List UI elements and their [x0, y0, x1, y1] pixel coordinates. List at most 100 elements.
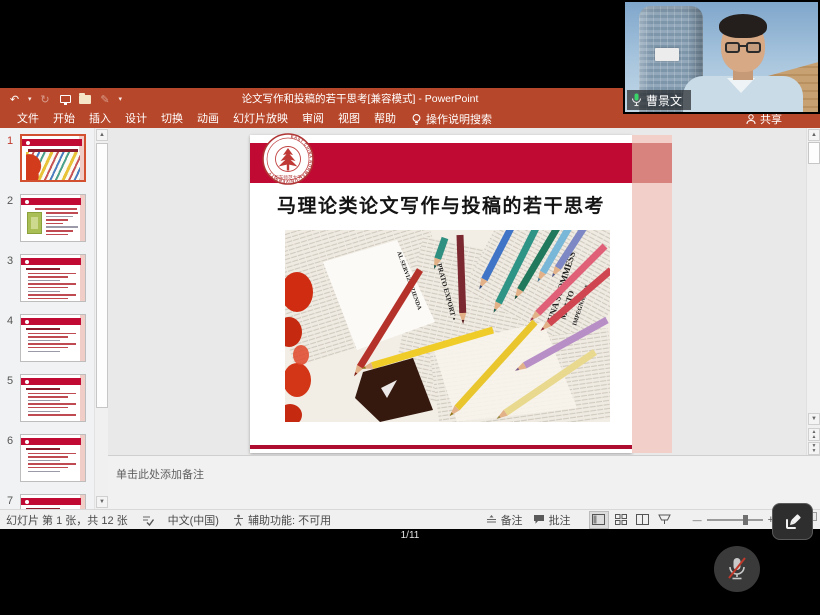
accessibility-button[interactable]: 辅助功能: 不可用	[233, 512, 331, 528]
pen-icon: ✎	[99, 93, 112, 106]
window-title: 论文写作和投稿的若干思考[兼容模式] - PowerPoint	[120, 88, 600, 110]
person-icon	[746, 114, 756, 125]
thumb-scroll-up-icon[interactable]: ▲	[96, 129, 108, 141]
ribbon-tab-9[interactable]: 帮助	[367, 110, 403, 128]
slide-title[interactable]: 马理论类论文写作与投稿的若干思考	[250, 191, 632, 218]
thumbnail-number: 7	[0, 494, 20, 509]
view-buttons	[589, 511, 675, 529]
search-label: 操作说明搜索	[426, 111, 492, 127]
redo-icon: ↻	[39, 93, 52, 106]
zoom-out-button[interactable]: —	[693, 515, 702, 525]
mute-microphone-button[interactable]	[714, 546, 760, 592]
slide-thumbnail-5[interactable]	[20, 374, 86, 422]
scroll-thumb[interactable]	[808, 142, 820, 164]
ribbon-tab-7[interactable]: 审阅	[295, 110, 331, 128]
participant-name: 曹景文	[646, 92, 682, 109]
thumbnail-row: 6	[0, 434, 94, 482]
ribbon-tab-file[interactable]: 文件	[10, 110, 46, 128]
university-logo: EAST CHINA NORMAL UNIVERSITY 华东师范大学	[262, 133, 314, 185]
slideshow-view-button[interactable]	[655, 511, 675, 529]
ribbon-tab-4[interactable]: 切换	[154, 110, 190, 128]
slide-thumbnail-1[interactable]	[20, 134, 86, 182]
slide-thumbnail-4[interactable]	[20, 314, 86, 362]
notes-toggle-label: 备注	[501, 512, 523, 528]
status-bar: 幻灯片 第 1 张，共 12 张 中文(中国) 辅助功能: 不可用	[0, 509, 820, 529]
language-button[interactable]: 中文(中国)	[168, 512, 219, 528]
slide-thumbnail-2[interactable]	[20, 194, 86, 242]
thumbnail-row: 4	[0, 314, 94, 362]
ribbon-tab-6[interactable]: 幻灯片放映	[226, 110, 295, 128]
ribbon-tab-2[interactable]: 插入	[82, 110, 118, 128]
ribbon-tab-3[interactable]: 设计	[118, 110, 154, 128]
statusbar-right: 备注 批注	[486, 511, 774, 529]
previous-slide-icon[interactable]: ▲▲	[808, 428, 820, 441]
powerpoint-window: ↶ ▾ ↻ ✎ ▾ 论文写作和投稿的若干思考[兼容模式] - PowerPoin…	[0, 88, 820, 529]
slide-thumbnail-6[interactable]	[20, 434, 86, 482]
spellcheck-icon	[142, 514, 154, 526]
scroll-down-icon[interactable]: ▼	[808, 413, 820, 425]
slide-picture[interactable]: UNA SCOMMESS MOLTO IMPEGNATIVA AL SERVIZ…	[285, 230, 610, 422]
tell-me-search[interactable]: 操作说明搜索	[411, 111, 492, 127]
person-hair	[719, 14, 767, 38]
page-indicator: 1/11	[0, 530, 820, 541]
thumbnail-number: 2	[0, 194, 20, 242]
reading-view-button[interactable]	[633, 511, 653, 529]
accessibility-label: 辅助功能: 不可用	[248, 512, 331, 528]
thumbnail-number: 6	[0, 434, 20, 482]
tower-sign	[655, 48, 679, 61]
spellcheck-button[interactable]	[142, 514, 154, 526]
slide-canvas[interactable]: EAST CHINA NORMAL UNIVERSITY 华东师范大学 马理论类…	[250, 135, 672, 453]
participant-nametag: 曹景文	[627, 90, 691, 110]
thumbnail-row: 5	[0, 374, 94, 422]
thumbnail-row: 3	[0, 254, 94, 302]
webcam-frame: 曹景文	[623, 0, 820, 114]
screen: ↶ ▾ ↻ ✎ ▾ 论文写作和投稿的若干思考[兼容模式] - PowerPoin…	[0, 0, 820, 615]
slide-thumbnail-7[interactable]	[20, 494, 86, 509]
thumbnail-number: 3	[0, 254, 20, 302]
slide-editor: EAST CHINA NORMAL UNIVERSITY 华东师范大学 马理论类…	[108, 128, 806, 455]
thumbnail-row: 2	[0, 194, 94, 242]
thumbnail-scrollbar[interactable]: ▲ ▼	[94, 128, 108, 509]
notes-placeholder[interactable]: 单击此处添加备注	[116, 466, 820, 482]
next-slide-icon[interactable]: ▼▼	[808, 442, 820, 455]
thumb-scroll-down-icon[interactable]: ▼	[96, 496, 108, 508]
undo-dropdown-icon[interactable]: ▾	[28, 95, 32, 103]
thumbnail-number: 4	[0, 314, 20, 362]
workspace: 1 2 3 4 5 6 7 ▲ ▼	[0, 128, 820, 509]
mic-active-icon	[631, 93, 642, 107]
scroll-up-icon[interactable]: ▲	[808, 129, 820, 141]
thumbnail-row: 1	[0, 134, 94, 182]
thumbnail-row: 7	[0, 494, 94, 509]
ribbon-tab-1[interactable]: 开始	[46, 110, 82, 128]
slide-thumbnail-3[interactable]	[20, 254, 86, 302]
thumbnail-number: 5	[0, 374, 20, 422]
notes-pane[interactable]: 单击此处添加备注	[108, 455, 820, 509]
svg-text:华东师范大学: 华东师范大学	[274, 174, 302, 181]
normal-view-icon	[592, 514, 605, 525]
slide-sorter-view-button[interactable]	[611, 511, 631, 529]
slide-thumbnail-panel: 1 2 3 4 5 6 7	[0, 128, 94, 509]
annotation-tool-button[interactable]	[772, 503, 813, 540]
start-slideshow-icon[interactable]	[59, 93, 72, 106]
ribbon-tab-5[interactable]: 动画	[190, 110, 226, 128]
ribbon-tab-8[interactable]: 视图	[331, 110, 367, 128]
comment-icon	[533, 514, 545, 525]
editor-scrollbar[interactable]: ▲ ▼ ▲▲ ▼▼	[806, 128, 820, 455]
thumb-scroll-thumb[interactable]	[96, 143, 108, 408]
webcam-video[interactable]: 曹景文	[625, 2, 818, 112]
undo-icon[interactable]: ↶	[8, 93, 21, 106]
zoom-slider-thumb[interactable]	[743, 515, 748, 525]
lightbulb-icon	[411, 113, 422, 126]
normal-view-button[interactable]	[589, 511, 609, 529]
zoom-control: — +	[693, 514, 774, 526]
mic-muted-icon	[725, 556, 749, 582]
zoom-slider[interactable]	[707, 519, 763, 521]
slideshow-icon	[658, 514, 671, 525]
notes-toggle-button[interactable]: 备注	[486, 512, 523, 528]
thumbnail-number: 1	[0, 134, 20, 182]
open-folder-icon[interactable]	[79, 93, 92, 106]
quick-access-toolbar: ↶ ▾ ↻ ✎ ▾	[8, 88, 122, 110]
slide-counter: 幻灯片 第 1 张，共 12 张	[6, 512, 128, 528]
comments-button[interactable]: 批注	[533, 512, 571, 528]
accessibility-icon	[233, 514, 244, 526]
